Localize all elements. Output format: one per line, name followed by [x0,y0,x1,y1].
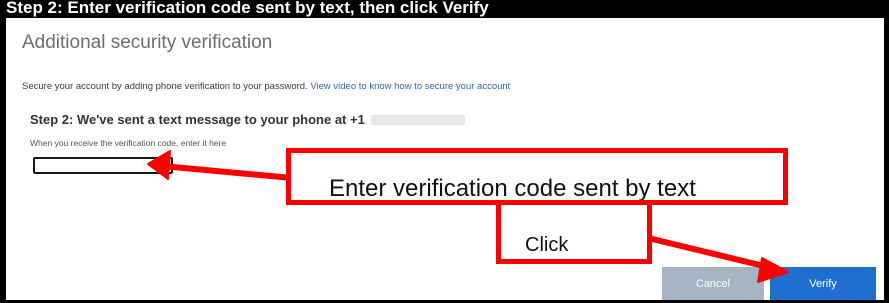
arrow-to-verify [637,233,775,271]
enter-code-callout-text: Enter verification code sent by text [329,175,696,202]
click-callout-text: Click [525,234,569,256]
click-callout: Click [496,200,652,264]
enter-code-callout: Enter verification code sent by text [286,148,788,205]
arrow-to-input [159,163,295,181]
arrow-to-verify-head [757,257,789,283]
arrow-to-input-head [147,150,171,180]
